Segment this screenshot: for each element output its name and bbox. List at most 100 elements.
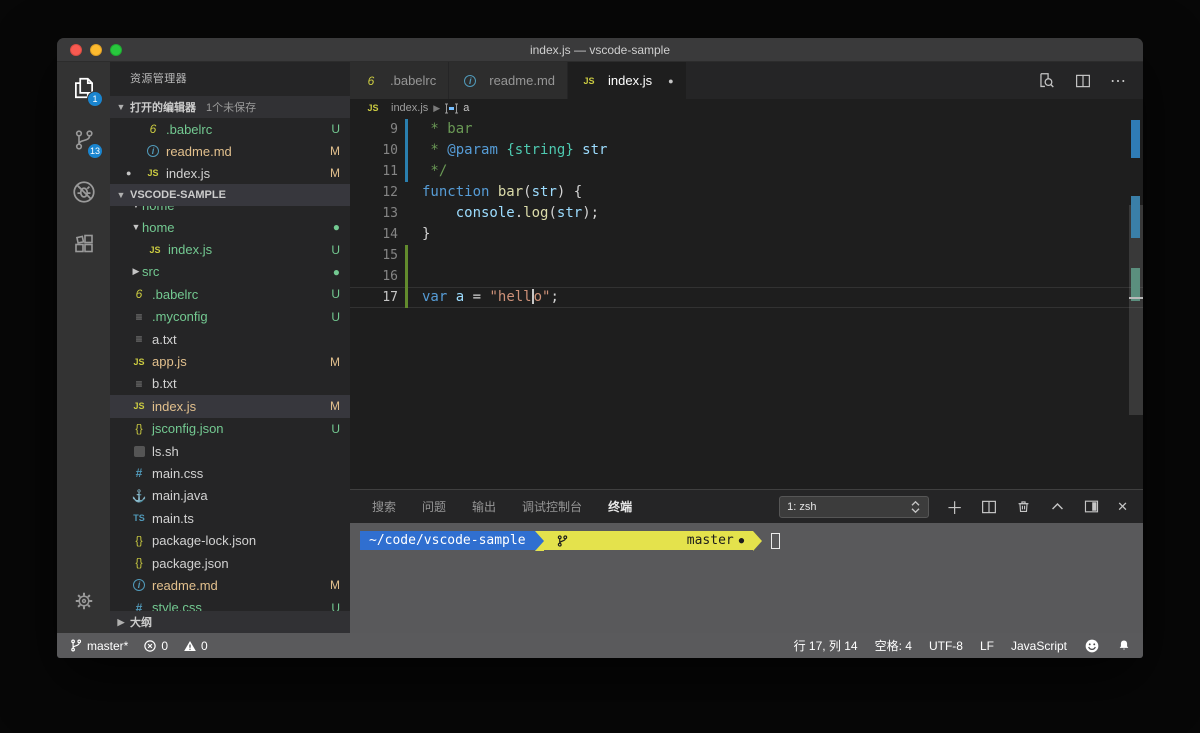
maximize-panel-icon xyxy=(1049,498,1066,515)
status-item--4[interactable]: 空格: 4 xyxy=(875,637,912,654)
tab-.babelrc[interactable]: 6 .babelrc xyxy=(350,62,450,99)
gutter-modified-marker xyxy=(405,119,408,140)
status-item-JavaScript[interactable]: JavaScript xyxy=(1011,639,1067,653)
maximize-panel-button[interactable] xyxy=(1049,498,1066,515)
code-line[interactable]: 13 console.log(str); xyxy=(350,203,1143,224)
panel-tab-问题[interactable]: 问题 xyxy=(422,498,446,515)
info-circle-icon: i xyxy=(133,579,145,592)
tree-item[interactable]: ls.sh xyxy=(110,440,350,462)
code-line[interactable]: 15 xyxy=(350,245,1143,266)
status-item[interactable] xyxy=(1084,638,1100,654)
panel-toolbar: 1: zsh ＋ ✕ xyxy=(779,494,1143,519)
file-name: b.txt xyxy=(152,376,177,392)
status-item--17-14[interactable]: 行 17, 列 14 xyxy=(794,637,858,654)
tree-folder[interactable]: ▶ src ● xyxy=(110,261,350,283)
tree-item[interactable]: TS main.ts xyxy=(110,507,350,529)
open-editor-item[interactable]: ● JS index.js M xyxy=(110,162,350,184)
move-panel-button[interactable] xyxy=(1083,498,1100,515)
activity-item-source-control[interactable]: 13 xyxy=(57,114,110,166)
js-icon: JS xyxy=(133,401,145,412)
line-number: 16 xyxy=(382,269,398,284)
open-editor-item[interactable]: 6 .babelrc U xyxy=(110,118,350,140)
file-name: .babelrc xyxy=(166,121,213,137)
split-editor-button[interactable] xyxy=(1074,72,1092,90)
kill-terminal-button[interactable] xyxy=(1015,498,1032,515)
tab-readme.md[interactable]: i readme.md xyxy=(449,62,568,99)
status-item-LF[interactable]: LF xyxy=(980,639,994,653)
file-name: main.java xyxy=(152,488,208,504)
code-line[interactable]: 16 xyxy=(350,266,1143,287)
status-item[interactable] xyxy=(1117,638,1131,653)
tab-index.js[interactable]: JS index.js ● xyxy=(568,62,687,99)
activity-item-explorer[interactable]: 1 xyxy=(57,62,110,114)
overview-ruler[interactable] xyxy=(1129,117,1143,489)
terminal-select[interactable]: 1: zsh xyxy=(779,495,930,518)
tree-item[interactable]: JS app.js M xyxy=(110,350,350,372)
close-window-button[interactable] xyxy=(70,44,82,56)
tree-item[interactable]: {} package.json xyxy=(110,552,350,574)
status-item-master-[interactable]: master* xyxy=(69,638,128,653)
tree-item[interactable]: ≡ .myconfig U xyxy=(110,306,350,328)
code-line[interactable]: 17 var a = "hell o"; xyxy=(350,287,1143,308)
project-section-header[interactable]: ▼ VSCODE-SAMPLE xyxy=(110,184,350,206)
panel-tab-搜索[interactable]: 搜索 xyxy=(372,498,396,515)
panel-tab-输出[interactable]: 输出 xyxy=(472,498,496,515)
split-terminal-button[interactable] xyxy=(980,498,998,516)
file-name: package-lock.json xyxy=(152,533,257,549)
status-item-0[interactable]: 0 xyxy=(143,639,168,653)
code-line[interactable]: 11 */ xyxy=(350,161,1143,182)
select-arrows-icon xyxy=(910,500,921,514)
symbol-variable-icon xyxy=(445,103,459,114)
breadcrumb-file[interactable]: index.js xyxy=(391,102,428,114)
tree-folder[interactable]: ▼ home ● xyxy=(110,216,350,238)
tree-item[interactable]: # main.css xyxy=(110,462,350,484)
babel-icon: 6 xyxy=(149,122,157,136)
status-label: LF xyxy=(979,638,994,653)
breadcrumb: JS index.js ▶ a xyxy=(350,99,1143,117)
status-item-0[interactable]: 0 xyxy=(183,639,208,653)
code-line[interactable]: 10 * @param {string} str xyxy=(350,140,1143,161)
open-changes-icon xyxy=(1037,71,1056,90)
tree-item[interactable]: {} jsconfig.json U xyxy=(110,418,350,440)
open-changes-button[interactable] xyxy=(1037,71,1056,90)
terminal-viewport[interactable]: ~/code/vscode-sample master ● xyxy=(350,523,1143,633)
code-editor[interactable]: 9 * bar 10 * @param {string} str 11 */12 fu… xyxy=(350,117,1143,489)
chevron-down-icon: ▼ xyxy=(131,222,141,233)
activity-item-extensions[interactable] xyxy=(57,218,110,270)
status-item-UTF-8[interactable]: UTF-8 xyxy=(929,639,963,653)
activity-item-debug[interactable] xyxy=(57,166,110,218)
status-bar: master* 0 0 行 17, 列 14 空格: 4 UTF-8 LF JavaScri… xyxy=(57,633,1143,658)
tree-item[interactable]: JS index.js M xyxy=(110,395,350,418)
settings-gear-button[interactable] xyxy=(73,590,95,617)
more-actions-button[interactable]: ⋯ xyxy=(1110,71,1127,91)
tree-item[interactable]: {} package-lock.json xyxy=(110,529,350,551)
open-editors-header[interactable]: ▼ 打开的编辑器 1个未保存 xyxy=(110,96,350,118)
code-line[interactable]: 9 * bar xyxy=(350,119,1143,140)
status-label: 0 xyxy=(201,638,208,653)
git-status-badge: M xyxy=(330,144,340,158)
tree-item[interactable]: 6 .babelrc U xyxy=(110,283,350,305)
code-line[interactable]: 14} xyxy=(350,224,1143,245)
explorer-sidebar: 资源管理器 ▼ 打开的编辑器 1个未保存 6 .babelrc Ui readme.m… xyxy=(110,62,350,633)
tree-item-clipped[interactable]: ▼home xyxy=(110,206,350,216)
outline-section-header[interactable]: ▶ 大纲 xyxy=(110,611,350,633)
tree-item[interactable]: i readme.md M xyxy=(110,574,350,596)
open-editor-item[interactable]: i readme.md M xyxy=(110,140,350,162)
file-name: a.txt xyxy=(152,331,177,347)
new-terminal-button[interactable]: ＋ xyxy=(946,494,963,519)
tree-item[interactable]: ⚓ main.java xyxy=(110,485,350,507)
zoom-window-button[interactable] xyxy=(110,44,122,56)
json-icon: {} xyxy=(135,534,143,547)
tree-item[interactable]: JS index.js U xyxy=(110,238,350,260)
minimize-window-button[interactable] xyxy=(90,44,102,56)
close-panel-button[interactable]: ✕ xyxy=(1117,499,1128,515)
breadcrumb-symbol[interactable]: a xyxy=(463,102,469,114)
tree-item[interactable]: # style.css U xyxy=(110,597,350,611)
move-panel-icon xyxy=(1083,498,1100,515)
tree-item[interactable]: ≡ b.txt xyxy=(110,373,350,395)
titlebar[interactable]: index.js — vscode-sample xyxy=(57,38,1143,62)
code-line[interactable]: 12 function bar(str) { xyxy=(350,182,1143,203)
tab-dirty-dot[interactable]: ● xyxy=(668,76,673,86)
chevron-down-icon: ▼ xyxy=(116,190,126,200)
tree-item[interactable]: ≡ a.txt xyxy=(110,328,350,350)
